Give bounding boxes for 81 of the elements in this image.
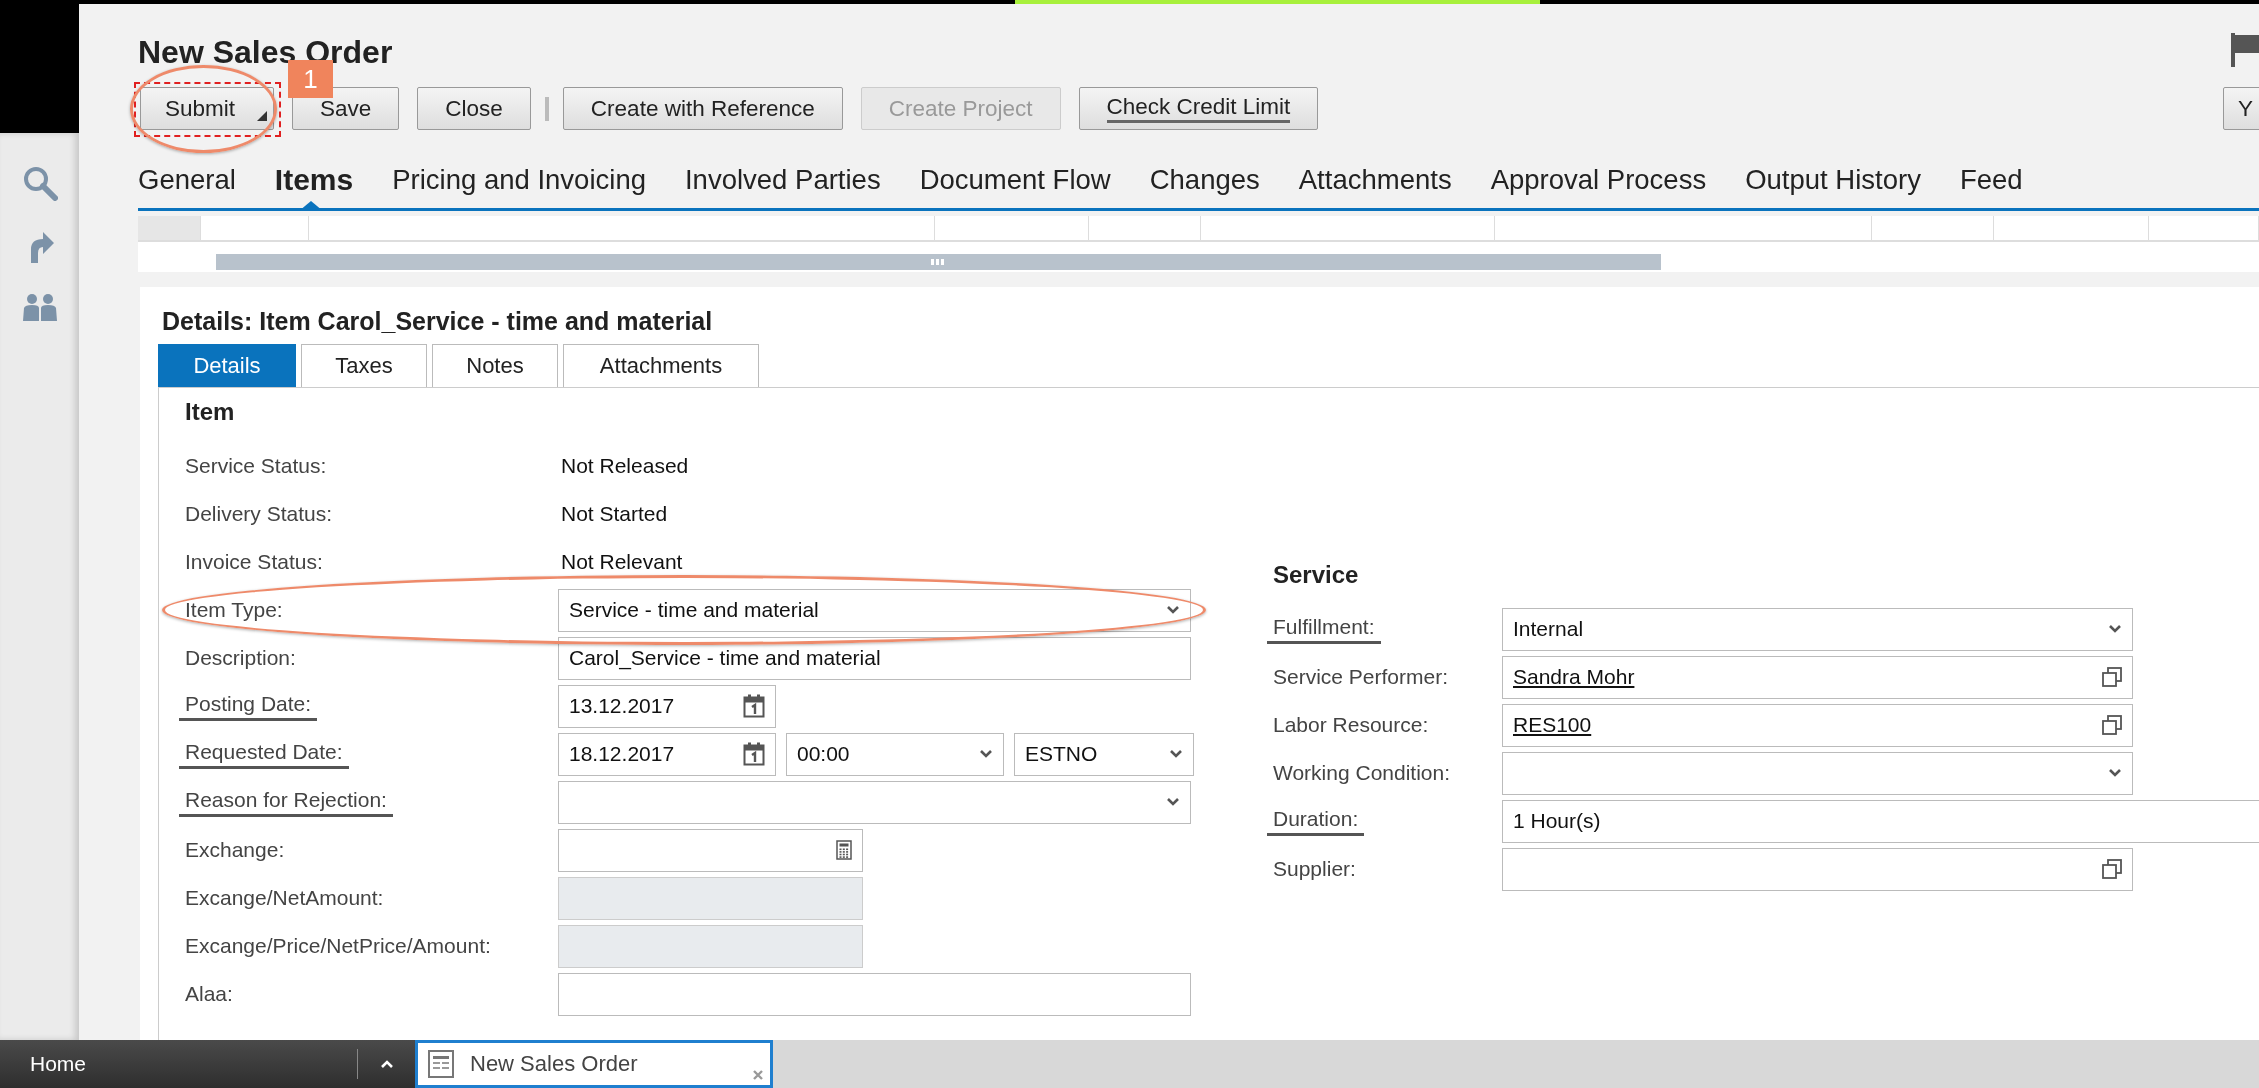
tab[interactable]: Output History	[1745, 164, 1960, 208]
field-label: Supplier:	[1273, 857, 1356, 880]
caret-up-icon[interactable]	[380, 1059, 394, 1069]
section-title: Item	[185, 397, 236, 427]
field-label: Labor Resource:	[1273, 713, 1429, 736]
field-label: Reason for Rejection:	[179, 787, 393, 817]
calculator-icon[interactable]	[836, 840, 852, 860]
tab[interactable]: Notes	[432, 344, 558, 387]
chevron-down-icon	[1169, 749, 1183, 759]
tab[interactable]: Details	[158, 344, 296, 387]
field-label: Service Performer:	[1273, 665, 1449, 688]
field-label: Requested Date:	[179, 739, 349, 769]
dropdown-field[interactable]: Internal	[1502, 607, 2133, 651]
tab[interactable]: Attachments	[1298, 164, 1491, 208]
input-field[interactable]	[1502, 847, 2133, 891]
section-title: Service	[1273, 560, 1360, 590]
tab[interactable]: Pricing and Invoicing	[392, 164, 685, 208]
date-field[interactable]: 13.12.2017	[558, 684, 776, 728]
tab[interactable]: Approval Process	[1490, 164, 1746, 208]
input-field[interactable]	[558, 828, 863, 872]
field-label: Duration:	[1267, 806, 1365, 836]
chevron-down-icon	[979, 749, 993, 759]
field-label: Working Condition:	[1273, 761, 1451, 784]
toolbar-button[interactable]: Create with Reference	[562, 87, 843, 130]
close-icon[interactable]	[752, 1069, 764, 1081]
step-badge: 1	[288, 60, 333, 98]
people-icon[interactable]	[21, 291, 58, 321]
input-field[interactable]	[558, 972, 1191, 1016]
document-icon	[428, 1050, 454, 1078]
tab[interactable]: Feed	[1959, 164, 2062, 208]
dropdown-field[interactable]	[1502, 751, 2133, 795]
input-field[interactable]: RES100	[1502, 703, 2133, 747]
chevron-down-icon	[2108, 768, 2122, 778]
field-value: Not Relevant	[560, 550, 683, 574]
dropdown-field[interactable]: Service - time and material	[558, 588, 1191, 632]
scrollbar[interactable]	[216, 254, 1661, 270]
field-label: Item Type:	[185, 598, 283, 621]
tab[interactable]: Changes	[1149, 164, 1299, 208]
search-icon[interactable]	[21, 165, 58, 201]
input-field[interactable]: Carol_Service - time and material	[558, 636, 1191, 680]
chevron-down-icon	[2108, 624, 2122, 634]
field-label: Excange/Price/NetPrice/Amount:	[185, 934, 491, 957]
calendar-icon[interactable]	[743, 694, 765, 718]
field-label: Fulfillment:	[1267, 614, 1381, 644]
tab[interactable]: General	[138, 164, 275, 208]
field-value: Not Started	[560, 502, 668, 526]
field-label: Posting Date:	[179, 691, 318, 721]
details-title: Details: Item Carol_Service - time and material	[162, 306, 714, 336]
field-label: Invoice Status:	[185, 550, 323, 573]
tab[interactable]: Taxes	[301, 344, 427, 387]
field-label: Alaa:	[185, 982, 233, 1005]
field-label: Service Status:	[185, 454, 327, 477]
tab[interactable]: Attachments	[563, 344, 759, 387]
input-field[interactable]: 1 Hour(s)	[1502, 799, 2259, 843]
chevron-down-icon	[1166, 605, 1180, 615]
timezone-field[interactable]: ESTNO	[1014, 732, 1194, 776]
toolbar-button[interactable]: Save	[292, 87, 400, 130]
toolbar-button[interactable]: Check Credit Limit	[1078, 87, 1319, 130]
calendar-icon[interactable]	[743, 742, 765, 766]
value-help-icon[interactable]	[2102, 859, 2122, 879]
dropdown-field[interactable]	[558, 780, 1191, 824]
flag-icon[interactable]	[2231, 33, 2259, 67]
taskbar-tab[interactable]: New Sales Order	[415, 1040, 773, 1088]
toolbar-button[interactable]: Y	[2223, 87, 2259, 130]
field-label: Description:	[185, 646, 296, 669]
input-field[interactable]: Sandra Mohr	[1502, 655, 2133, 699]
field-label: Excange/NetAmount:	[185, 886, 384, 909]
tab[interactable]: Involved Parties	[685, 164, 920, 208]
field-value: Not Released	[560, 454, 689, 478]
field-label: Exchange:	[185, 838, 285, 861]
value-help-icon[interactable]	[2102, 667, 2122, 687]
chevron-down-icon	[1166, 797, 1180, 807]
field-label: Delivery Status:	[185, 502, 333, 525]
value-help-icon[interactable]	[2102, 715, 2122, 735]
toolbar-button[interactable]: Submit	[140, 87, 275, 130]
toolbar-button[interactable]: Close	[417, 87, 531, 130]
grip-icon[interactable]	[931, 259, 945, 265]
tab[interactable]: Document Flow	[919, 164, 1150, 208]
time-field[interactable]: 00:00	[786, 732, 1004, 776]
caret-icon	[257, 111, 268, 121]
date-field[interactable]: 18.12.2017	[558, 732, 776, 776]
